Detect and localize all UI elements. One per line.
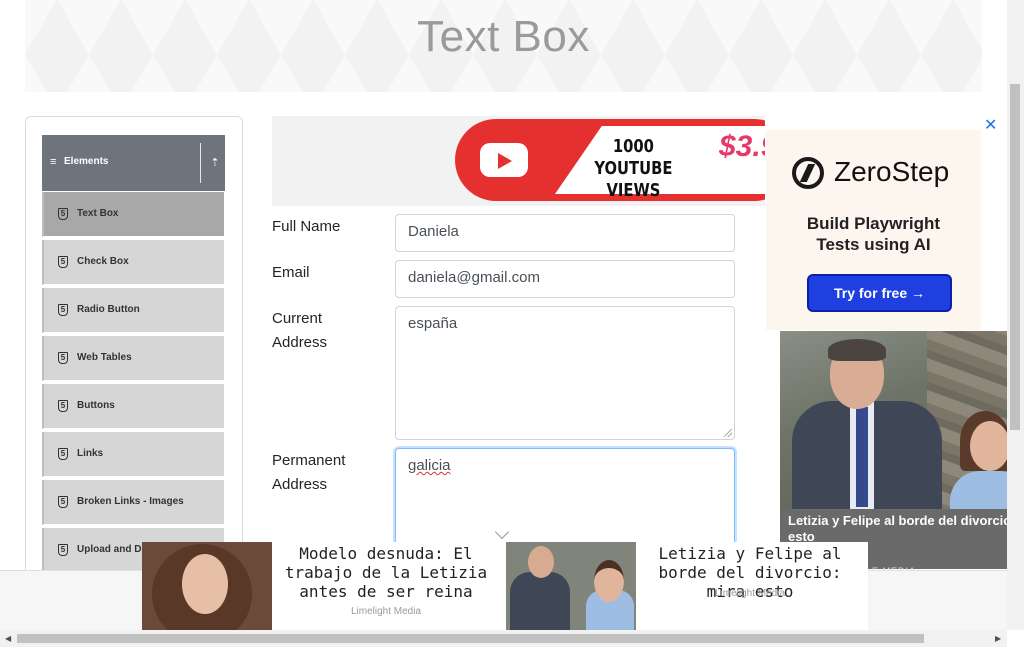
ad-banner-youtube-views[interactable]: 1000 YOUTUBE VIEWS $3.9 [272, 116, 765, 206]
full-name-input[interactable]: Daniela [395, 214, 735, 252]
resize-handle-icon[interactable] [724, 429, 732, 437]
sidebar-item-label: Check Box [77, 256, 129, 267]
page-title: Text Box [417, 12, 590, 61]
sticky-ad-headline-1[interactable]: Modelo desnuda: El trabajo de la Letizia… [273, 544, 499, 601]
divider [200, 143, 201, 183]
zerostep-logo-icon [792, 157, 824, 189]
html5-icon: 5 [58, 448, 68, 460]
sidebar-item-label: Radio Button [77, 304, 140, 315]
sidebar-item-radio-button[interactable]: 5 Radio Button [42, 288, 224, 333]
scroll-right-icon[interactable]: ▶ [995, 634, 1001, 643]
current-address-label: Current Address [272, 307, 382, 355]
photo-figure-hair [828, 339, 886, 361]
sticky-ad-source-1: Limelight Media [350, 606, 422, 617]
horizontal-scrollbar[interactable]: ◀ ▶ [0, 630, 1007, 647]
sidebar-item-label: Web Tables [77, 352, 132, 363]
html5-icon: 5 [58, 400, 68, 412]
close-ad-icon[interactable]: ✕ [984, 115, 997, 135]
sticky-ad[interactable]: Modelo desnuda: El trabajo de la Letizia… [142, 542, 868, 630]
full-name-value: Daniela [408, 223, 459, 240]
ad-promo-text: 1000 YOUTUBE VIEWS [576, 136, 691, 202]
current-address-label-line2: Address [272, 334, 328, 351]
scroll-left-icon[interactable]: ◀ [5, 634, 11, 643]
sidebar-group-label: Elements [64, 156, 109, 167]
ad-tagline-line2: Tests using AI [816, 235, 931, 254]
sidebar-item-web-tables[interactable]: 5 Web Tables [42, 336, 224, 381]
html5-icon: 5 [58, 304, 68, 316]
permanent-address-textarea[interactable]: galicia [395, 448, 735, 548]
sticky-ad-image-2[interactable] [506, 542, 636, 630]
full-name-label: Full Name [272, 218, 341, 235]
html5-icon: 5 [58, 208, 68, 220]
sidebar-item-label: Links [77, 448, 104, 459]
sidebar-group-elements[interactable]: ≡ Elements ⇡ [42, 135, 225, 191]
photo-figure2-head [970, 421, 1007, 471]
sticky-ad-image-1[interactable] [142, 542, 272, 630]
photo-figure-tie [856, 407, 868, 507]
sidebar-item-text-box[interactable]: 5 Text Box [42, 192, 224, 237]
current-address-textarea[interactable]: españa [395, 306, 735, 440]
page-header-banner: Text Box [25, 0, 982, 92]
menu-icon: ≡ [50, 156, 57, 168]
ad-news-headline: Letizia y Felipe al borde del divorcio: … [788, 513, 1024, 544]
photo-figure-head [528, 546, 554, 578]
sidebar-item-check-box[interactable]: 5 Check Box [42, 240, 224, 285]
sidebar-item-links[interactable]: 5 Links [42, 432, 224, 477]
html5-icon: 5 [58, 544, 68, 556]
photo-face [182, 554, 228, 614]
permanent-address-label-line2: Address [272, 476, 328, 493]
current-address-value: españa [408, 315, 458, 332]
email-input[interactable]: daniela@gmail.com [395, 260, 735, 298]
ad-zerostep[interactable]: ZeroStep Build Playwright Tests using AI… [766, 130, 981, 330]
sidebar-item-label: Upload and D [77, 544, 142, 555]
ad-promo-line1: 1000 [612, 136, 654, 157]
try-for-free-button[interactable]: Try for free → [807, 274, 952, 312]
sidebar-item-label: Text Box [77, 208, 119, 219]
sidebar-item-broken-links[interactable]: 5 Broken Links - Images [42, 480, 224, 525]
ad-tagline-line1: Build Playwright [806, 214, 941, 233]
sidebar-item-buttons[interactable]: 5 Buttons [42, 384, 224, 429]
sidebar-item-label: Buttons [77, 400, 115, 411]
email-label: Email [272, 264, 310, 281]
ad-tagline: Build Playwright Tests using AI [766, 213, 981, 255]
ad-promo-line2: YOUTUBE VIEWS [594, 158, 673, 201]
sidebar: ≡ Elements ⇡ 5 Text Box 5 Check Box 5 Ra… [25, 116, 243, 588]
html5-icon: 5 [58, 256, 68, 268]
permanent-address-label-line1: Permanent [272, 452, 346, 469]
photo-figure2-head [594, 560, 624, 602]
sticky-ad-source-2: Limelight Media [714, 588, 786, 599]
permanent-address-value: galicia [408, 457, 451, 474]
youtube-play-icon [480, 143, 528, 177]
collapse-icon[interactable]: ⇡ [206, 154, 224, 172]
vertical-scrollbar-thumb[interactable] [1010, 84, 1020, 430]
ad-brand-name: ZeroStep [834, 156, 950, 187]
html5-icon: 5 [58, 496, 68, 508]
horizontal-scrollbar-thumb[interactable] [17, 634, 924, 643]
ad-promo-price: $3.9 [719, 130, 765, 163]
permanent-address-label: Permanent Address [272, 449, 382, 497]
vertical-scrollbar[interactable] [1007, 0, 1024, 630]
photo-figure [510, 572, 570, 630]
html5-icon: 5 [58, 352, 68, 364]
current-address-label-line1: Current [272, 310, 323, 327]
sidebar-item-label: Broken Links - Images [77, 496, 184, 507]
ad-news-image[interactable] [780, 331, 1007, 509]
email-value: daniela@gmail.com [408, 269, 540, 286]
